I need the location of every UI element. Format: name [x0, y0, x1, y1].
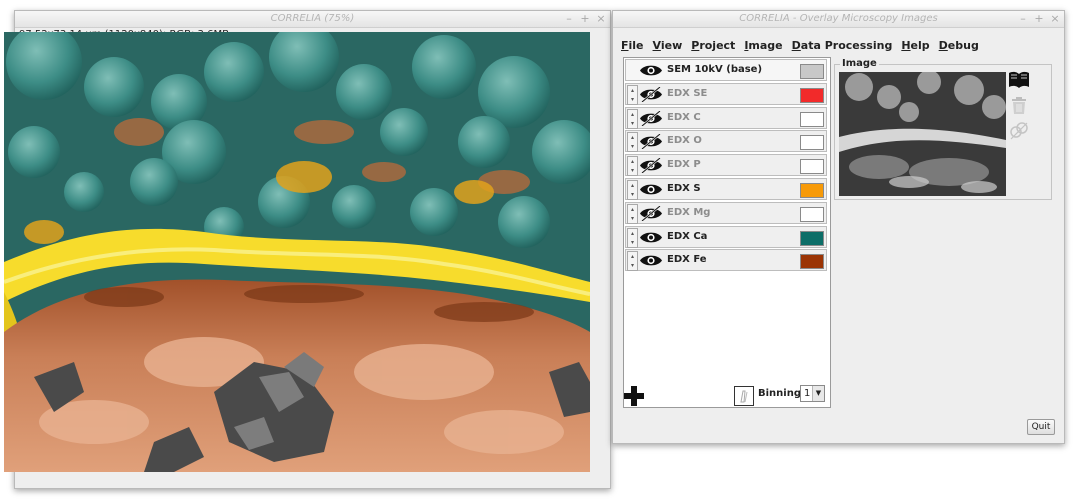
maximize-icon[interactable]: +: [1034, 12, 1044, 25]
menu-image[interactable]: Image: [744, 39, 782, 52]
eye-icon[interactable]: [639, 253, 663, 268]
menu-data-processing[interactable]: Data Processing: [792, 39, 893, 52]
layer-name: EDX Ca: [667, 230, 708, 242]
menu-bar: File View Project Image Data Processing …: [621, 39, 979, 52]
layer-color-swatch[interactable]: [800, 254, 824, 270]
layer-color-swatch[interactable]: [800, 135, 824, 151]
layer-order-spinner[interactable]: ▴ ▾: [627, 227, 638, 248]
main-window: CORRELIA - Overlay Microscopy Images – +…: [612, 10, 1065, 444]
menu-project[interactable]: Project: [691, 39, 735, 52]
layer-row[interactable]: ▴ ▾ EDX SE: [625, 82, 827, 105]
layer-color-swatch[interactable]: [800, 206, 824, 222]
layer-row[interactable]: ▴ ▾ EDX O: [625, 130, 827, 153]
layer-color-swatch[interactable]: [800, 230, 824, 246]
layer-name: EDX C: [667, 111, 701, 123]
layer-order-spinner[interactable]: ▴ ▾: [627, 132, 638, 153]
layer-name: EDX S: [667, 183, 701, 194]
layer-color-swatch[interactable]: [800, 111, 824, 127]
eye-icon[interactable]: [639, 182, 663, 197]
layer-order-spinner[interactable]: ▴ ▾: [627, 108, 638, 129]
main-window-title: CORRELIA - Overlay Microscopy Images: [739, 13, 938, 24]
microscopy-image[interactable]: [4, 32, 590, 472]
menu-file[interactable]: File: [621, 39, 644, 52]
layer-order-spinner[interactable]: ▴ ▾: [627, 84, 638, 105]
layer-name: EDX O: [667, 135, 702, 147]
binning-select[interactable]: 1 ▼: [800, 385, 825, 402]
layer-order-spinner[interactable]: ▴ ▾: [627, 180, 638, 200]
layer-name: EDX P: [667, 159, 701, 171]
layer-name: EDX Fe: [667, 254, 707, 266]
chevron-down-icon[interactable]: ▼: [812, 386, 824, 401]
layer-color-swatch[interactable]: [800, 183, 824, 198]
menu-view[interactable]: View: [653, 39, 683, 52]
book-icon[interactable]: [1008, 69, 1030, 91]
maximize-icon[interactable]: +: [580, 12, 590, 25]
eye-icon[interactable]: [639, 230, 663, 245]
layer-row[interactable]: ▴ ▾ EDX Mg: [625, 201, 827, 224]
layers-panel: SEM 10kV (base) ▴ ▾ EDX SE ▴ ▾ EDX C ▴ ▾ EDX O ▴ ▾ E…: [623, 57, 831, 408]
layer-name: EDX Mg: [667, 206, 711, 218]
layer-row[interactable]: ▴ ▾ EDX Ca: [625, 225, 827, 248]
eye-icon[interactable]: [639, 63, 663, 78]
layer-name: SEM 10kV (base): [667, 64, 763, 75]
binning-label: Binning:: [758, 388, 805, 399]
layer-order-spinner[interactable]: ▴ ▾: [627, 251, 638, 272]
layer-color-swatch[interactable]: [800, 87, 824, 103]
layer-order-spinner[interactable]: ▴ ▾: [627, 203, 638, 224]
layer-order-spinner[interactable]: ▴ ▾: [627, 156, 638, 177]
main-window-titlebar[interactable]: CORRELIA - Overlay Microscopy Images – +…: [613, 11, 1064, 28]
layer-color-swatch[interactable]: [800, 159, 824, 175]
layer-row[interactable]: ▴ ▾ EDX S: [625, 178, 827, 200]
eye-slash-icon[interactable]: [639, 134, 663, 150]
binning-value: 1: [804, 388, 811, 399]
layer-name: EDX SE: [667, 87, 708, 99]
plus-icon[interactable]: [623, 385, 645, 407]
eye-slash-icon[interactable]: [639, 86, 663, 102]
image-group-label: Image: [840, 58, 879, 69]
menu-debug[interactable]: Debug: [939, 39, 979, 52]
menu-help[interactable]: Help: [901, 39, 929, 52]
image-window-title: CORRELIA (75%): [270, 13, 355, 24]
minimize-icon[interactable]: –: [1018, 12, 1028, 25]
layer-row[interactable]: ▴ ▾ EDX Fe: [625, 249, 827, 272]
layer-row[interactable]: SEM 10kV (base): [625, 59, 827, 81]
layer-row[interactable]: ▴ ▾ EDX C: [625, 106, 827, 129]
layer-row[interactable]: ▴ ▾ EDX P: [625, 154, 827, 177]
eye-slash-icon[interactable]: [639, 158, 663, 174]
layer-color-swatch[interactable]: [800, 64, 824, 79]
minimize-icon[interactable]: –: [564, 12, 574, 25]
trash-icon[interactable]: [1008, 94, 1030, 116]
close-icon[interactable]: ×: [1050, 12, 1060, 25]
close-icon[interactable]: ×: [596, 12, 606, 25]
image-window-titlebar[interactable]: CORRELIA (75%) – + ×: [15, 11, 610, 28]
quit-button[interactable]: Quit: [1027, 419, 1055, 435]
image-thumbnail[interactable]: [839, 72, 1006, 196]
binning-brush-icon[interactable]: [734, 386, 754, 406]
eye-slash-icon[interactable]: [639, 110, 663, 126]
unlink-icon[interactable]: [1008, 119, 1030, 141]
eye-slash-icon[interactable]: [639, 205, 663, 221]
